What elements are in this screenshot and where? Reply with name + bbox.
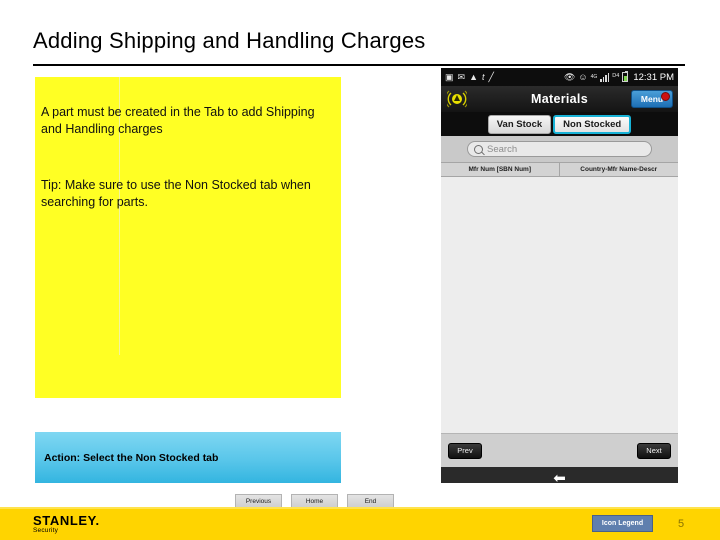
device-status-bar: ▣ ✉ ▲ t ╱ 👁 ☺ 4G D4 12:31 PM <box>441 68 678 86</box>
list-column-headers: Mfr Num [SBN Num] Country-Mfr Name-Descr <box>441 162 678 177</box>
pencil-icon: ╱ <box>488 71 494 82</box>
status-bar-clock: 12:31 PM <box>633 71 674 83</box>
menu-button-label: Menu <box>640 94 664 104</box>
sync-icon: D4 <box>612 73 620 80</box>
mail-icon: ✉ <box>457 71 466 82</box>
logo-tagline: Security <box>33 527 59 534</box>
battery-icon <box>622 71 629 82</box>
tab-non-stocked[interactable]: Non Stocked <box>553 115 632 134</box>
previous-button[interactable]: Previous <box>235 494 282 508</box>
page-number: 5 <box>678 518 685 530</box>
device-next-button[interactable]: Next <box>637 442 671 459</box>
device-prev-button[interactable]: Prev <box>448 442 482 459</box>
end-button[interactable]: End <box>347 494 394 508</box>
materials-list-body[interactable] <box>441 177 678 434</box>
text-cursor-icon: t <box>481 71 485 82</box>
warning-icon: ▲ <box>469 71 478 82</box>
column-header-country-mfr[interactable]: Country-Mfr Name-Descr <box>560 163 679 176</box>
image-icon: ▣ <box>445 71 454 82</box>
tab-van-stock[interactable]: Van Stock <box>487 115 552 134</box>
eye-icon: 👁 <box>563 71 576 82</box>
page-title: Adding Shipping and Handling Charges <box>33 28 426 53</box>
back-arrow-icon[interactable]: ⬅ <box>553 471 566 484</box>
logo-wordmark: STANLEY. <box>33 513 100 528</box>
broadcast-signal-icon <box>445 89 469 109</box>
note-paragraph-2: Tip: Make sure to use the Non Stocked ta… <box>41 178 311 209</box>
magnifier-icon <box>474 144 483 154</box>
device-app-bar: Materials Menu <box>441 86 678 112</box>
icon-legend-button[interactable]: Icon Legend <box>592 515 653 532</box>
alert-badge-icon <box>661 92 670 101</box>
column-header-mfr-num[interactable]: Mfr Num [SBN Num] <box>441 163 560 176</box>
slide-navigation: Previous Home End <box>235 494 394 508</box>
status-bar-right-icons: 👁 ☺ 4G D4 12:31 PM <box>563 71 674 83</box>
search-bar-container: Search <box>441 136 678 162</box>
device-screenshot: ▣ ✉ ▲ t ╱ 👁 ☺ 4G D4 12:31 PM Materials M… <box>441 68 678 483</box>
action-text: Action: Select the Non Stocked tab <box>44 452 219 464</box>
device-pagination-bar: Prev Next <box>441 434 678 467</box>
network-type-icon: 4G <box>590 73 598 80</box>
slide-canvas: Adding Shipping and Handling Charges A p… <box>0 0 720 540</box>
stanley-logo: STANLEY. Security <box>33 514 100 535</box>
device-softkey-bar: ⬅ <box>441 467 678 483</box>
menu-button[interactable]: Menu <box>631 90 673 108</box>
search-placeholder: Search <box>487 143 518 155</box>
wifi-icon: ☺ <box>578 71 588 82</box>
note-paragraph-1: A part must be created in the Tab to add… <box>41 105 315 136</box>
search-input[interactable]: Search <box>467 141 652 157</box>
home-button[interactable]: Home <box>291 494 338 508</box>
device-tab-bar: Van Stock Non Stocked <box>441 112 678 136</box>
status-bar-left-icons: ▣ ✉ ▲ t ╱ <box>445 71 494 82</box>
signal-bars-icon <box>600 72 610 82</box>
title-divider <box>33 64 685 66</box>
